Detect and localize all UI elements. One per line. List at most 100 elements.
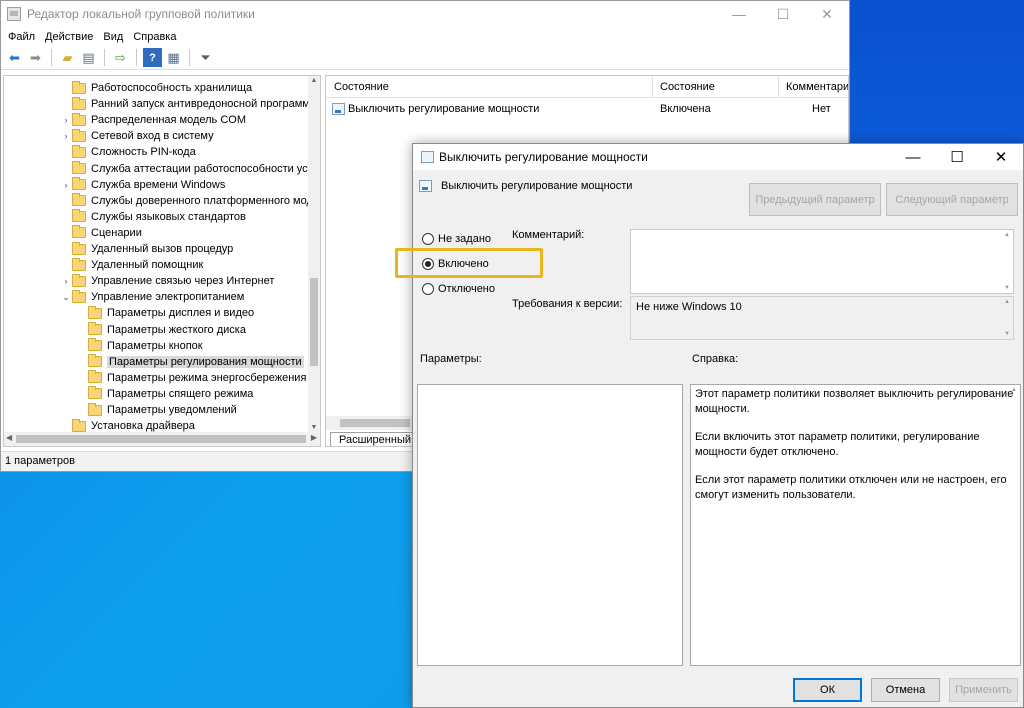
forward-arrow-icon[interactable]: ➡: [26, 48, 45, 67]
folder-icon: [72, 418, 86, 432]
tree-item-label: Удаленный вызов процедур: [91, 243, 234, 255]
back-arrow-icon[interactable]: ⬅: [5, 48, 24, 67]
scroll-right-icon[interactable]: ▶: [311, 433, 317, 442]
column-header-comment[interactable]: Комментари: [786, 81, 848, 93]
tree-item[interactable]: Параметры регулирования мощности: [76, 354, 304, 370]
properties-icon[interactable]: ▦: [164, 48, 183, 67]
menu-view[interactable]: Вид: [98, 31, 128, 43]
scroll-up-icon[interactable]: ▲: [308, 77, 320, 84]
help-vertical-scrollbar[interactable]: ▲: [1009, 385, 1020, 665]
apply-button[interactable]: Применить: [949, 678, 1018, 702]
ok-button[interactable]: ОК: [793, 678, 862, 702]
menu-action[interactable]: Действие: [40, 31, 98, 43]
policy-setting-icon: [421, 151, 434, 163]
tree-item-label: Управление связью через Интернет: [91, 275, 275, 288]
expand-chevron-icon[interactable]: ›: [60, 131, 72, 141]
tree-item[interactable]: Сложность PIN-кода: [60, 144, 196, 160]
radio-disabled[interactable]: Отключено: [422, 283, 495, 295]
tree-item[interactable]: Параметры спящего режима: [76, 386, 253, 402]
tree-item-label: Службы доверенного платформенного модуля: [91, 194, 321, 207]
scroll-down-icon[interactable]: ▼: [1002, 331, 1012, 337]
tree-item[interactable]: › Управление связью через Интернет: [60, 273, 274, 289]
folder-icon: [72, 209, 86, 223]
scroll-up-icon[interactable]: ▲: [1009, 387, 1019, 393]
tree-item[interactable]: Ранний запуск антивредоносной программы: [60, 96, 318, 112]
scroll-down-icon[interactable]: ▼: [1002, 285, 1012, 291]
dialog-close-button[interactable]: ✕: [979, 144, 1023, 170]
scroll-up-icon[interactable]: ▲: [1002, 299, 1012, 305]
radio-circle[interactable]: [422, 233, 434, 245]
radio-not-configured[interactable]: Не задано: [422, 233, 491, 245]
filter-icon[interactable]: ⏷: [196, 48, 215, 67]
radio-circle[interactable]: [422, 283, 434, 295]
scroll-thumb[interactable]: [310, 278, 318, 366]
toolbar: ⬅ ➡ ▰ ▤ ⇨ ? ▦ ⏷: [1, 46, 849, 70]
folder-icon: [72, 96, 86, 110]
tree-item[interactable]: Удаленный вызов процедур: [60, 241, 233, 257]
expand-chevron-icon[interactable]: ›: [60, 180, 72, 190]
scroll-up-icon[interactable]: ▲: [1002, 232, 1012, 238]
tree-item-label: Параметры режима энергосбережения: [107, 371, 307, 384]
policy-comment: Нет: [812, 103, 831, 115]
export-list-icon[interactable]: ⇨: [111, 48, 130, 67]
tree-item[interactable]: › Распределенная модель COM: [60, 112, 246, 128]
toolbar-separator: [104, 49, 105, 66]
policy-setting-icon: [332, 103, 345, 115]
policy-settings-dialog: Выключить регулирование мощности — ☐ ✕ В…: [395, 143, 1024, 708]
help-label: Справка:: [692, 353, 739, 365]
scroll-thumb[interactable]: [340, 419, 410, 427]
show-hide-tree-icon[interactable]: ▤: [79, 48, 98, 67]
column-separator[interactable]: [652, 76, 653, 98]
tab-extended[interactable]: Расширенный: [330, 432, 420, 446]
cancel-button[interactable]: Отмена: [871, 678, 940, 702]
menu-file[interactable]: Файл: [3, 31, 40, 43]
tree-item-label: Сетевой вход в систему: [91, 130, 214, 143]
next-setting-button[interactable]: Следующий параметр: [886, 183, 1018, 216]
scroll-left-icon[interactable]: ◀: [6, 433, 12, 442]
tree-item[interactable]: › Служба времени Windows: [60, 177, 225, 193]
policy-tree[interactable]: Работоспособность хранилища Ранний запуск…: [3, 75, 321, 447]
expand-chevron-icon[interactable]: ›: [60, 115, 72, 125]
annotation-highlight-box: [395, 248, 543, 278]
tree-item[interactable]: Служба аттестации работоспособности устр…: [60, 161, 320, 177]
menu-help[interactable]: Справка: [128, 31, 181, 43]
close-button[interactable]: ✕: [805, 1, 849, 27]
folder-icon: [72, 112, 86, 126]
expand-chevron-icon[interactable]: ⌄: [60, 292, 72, 303]
column-separator[interactable]: [778, 76, 779, 98]
tree-item[interactable]: Службы языковых стандартов: [60, 209, 246, 225]
expand-chevron-icon[interactable]: ›: [60, 276, 72, 286]
folder-icon: [88, 305, 102, 319]
dialog-minimize-button[interactable]: —: [891, 144, 935, 170]
tree-item[interactable]: Службы доверенного платформенного модуля: [60, 193, 321, 209]
minimize-button[interactable]: —: [717, 1, 761, 27]
tree-vertical-scrollbar[interactable]: ▲ ▼: [308, 76, 320, 432]
tree-item[interactable]: Параметры кнопок: [76, 338, 203, 354]
folder-icon: [72, 144, 86, 158]
help-icon[interactable]: ?: [143, 48, 162, 67]
tree-item[interactable]: › Сетевой вход в систему: [60, 128, 214, 144]
scroll-down-icon[interactable]: ▼: [308, 424, 320, 431]
comment-textbox[interactable]: ▲ ▼: [630, 229, 1014, 294]
previous-setting-button[interactable]: Предыдущий параметр: [749, 183, 881, 216]
tree-item[interactable]: ⌄ Управление электропитанием: [60, 289, 244, 305]
column-header-state[interactable]: Состояние: [660, 81, 715, 93]
tree-item[interactable]: Работоспособность хранилища: [60, 80, 252, 96]
tree-item[interactable]: Сценарии: [60, 225, 142, 241]
help-paragraph: Если включить этот параметр политики, ре…: [695, 431, 980, 458]
tree-item[interactable]: Удаленный помощник: [60, 257, 203, 273]
column-header-setting[interactable]: Состояние: [334, 81, 389, 93]
tree-item[interactable]: Параметры уведомлений: [76, 402, 237, 418]
tree-item[interactable]: Параметры режима энергосбережения: [76, 370, 306, 386]
maximize-button[interactable]: ☐: [761, 1, 805, 27]
tree-item[interactable]: Параметры дисплея и видео: [76, 305, 254, 321]
dialog-maximize-button[interactable]: ☐: [935, 144, 979, 170]
table-row[interactable]: Выключить регулирование мощности Включен…: [326, 100, 846, 118]
tree-item-label: Работоспособность хранилища: [91, 82, 253, 94]
scroll-thumb[interactable]: [16, 435, 306, 443]
tree-item[interactable]: Параметры жесткого диска: [76, 322, 246, 338]
gpedit-app-icon: [7, 7, 21, 21]
folder-up-icon[interactable]: ▰: [58, 48, 77, 67]
tree-horizontal-scrollbar[interactable]: ◀ ▶: [4, 432, 320, 446]
tree-item-label: Параметры дисплея и видео: [107, 307, 255, 320]
